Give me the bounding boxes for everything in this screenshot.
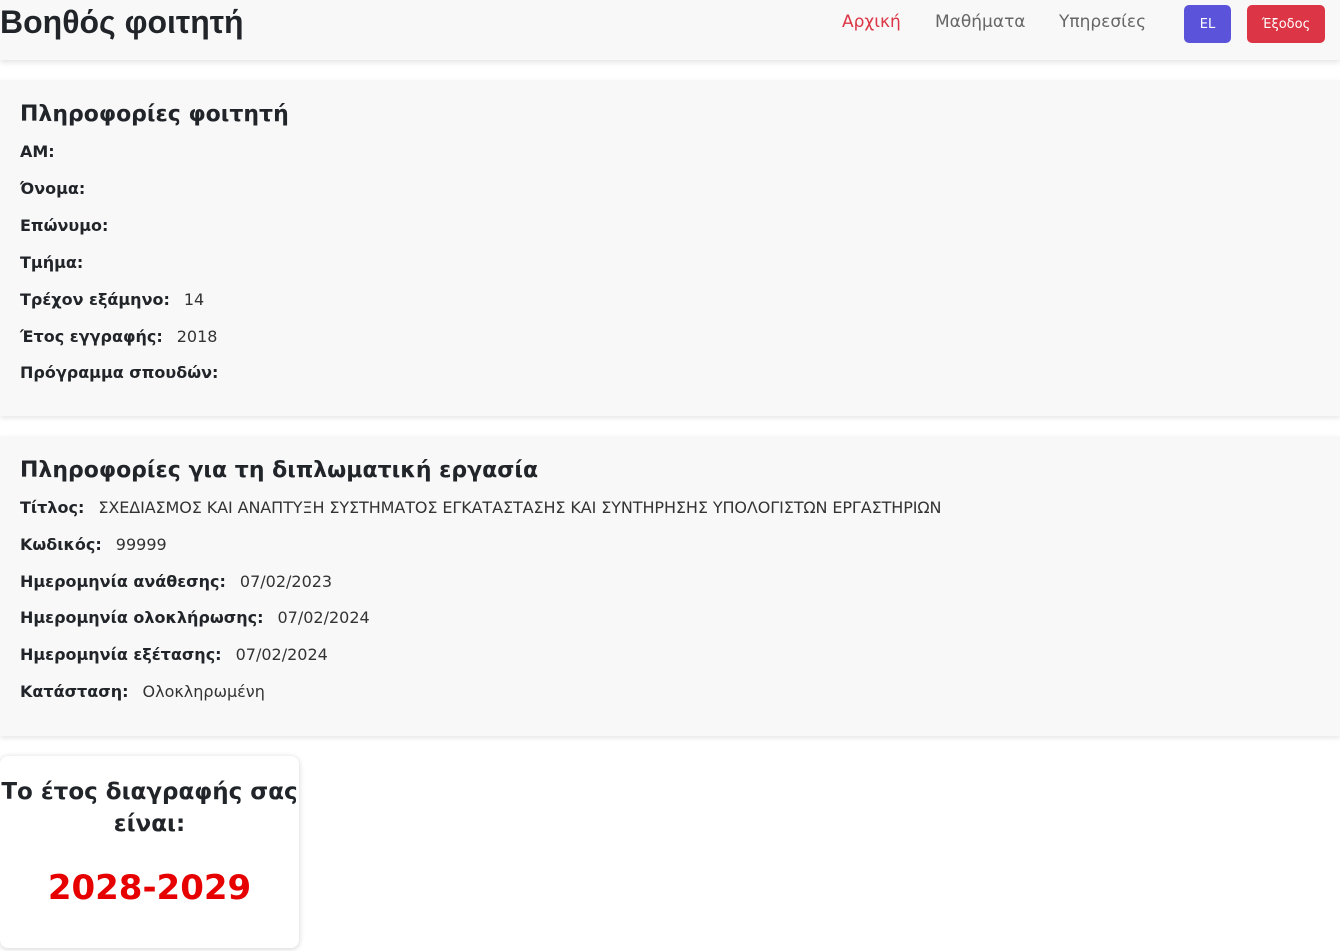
field-label: ΑΜ: bbox=[20, 142, 55, 161]
student-field-program: Πρόγραμμα σπουδών: bbox=[20, 363, 232, 382]
field-label: Έτος εγγραφής: bbox=[20, 327, 163, 346]
top-navbar: Βοηθός φοιτητή Αρχική Μαθήματα Υπηρεσίες… bbox=[0, 0, 1340, 60]
student-field-enrollment-year: Έτος εγγραφής: 2018 bbox=[20, 327, 217, 346]
field-value: 99999 bbox=[115, 535, 167, 554]
brand-title[interactable]: Βοηθός φοιτητή bbox=[0, 4, 244, 41]
field-label: Ημερομηνία ολοκλήρωσης: bbox=[20, 608, 264, 627]
field-label: Ημερομηνία ανάθεσης: bbox=[20, 572, 226, 591]
field-value: 2018 bbox=[176, 327, 218, 346]
expiry-year-card: Το έτος διαγραφής σας είναι: 2028-2029 bbox=[0, 756, 299, 948]
field-label: Τμήμα: bbox=[20, 253, 84, 272]
expiry-heading: Το έτος διαγραφής σας είναι: bbox=[0, 776, 299, 840]
thesis-field-status: Κατάσταση: Ολοκληρωμένη bbox=[20, 682, 265, 701]
field-label: Κατάσταση: bbox=[20, 682, 129, 701]
field-label: Πρόγραμμα σπουδών: bbox=[20, 363, 219, 382]
field-value: Ολοκληρωμένη bbox=[142, 682, 265, 701]
field-value: 14 bbox=[183, 290, 205, 309]
field-label: Όνομα: bbox=[20, 179, 86, 198]
field-label: Κωδικός: bbox=[20, 535, 102, 554]
thesis-field-code: Κωδικός: 99999 bbox=[20, 535, 167, 554]
logout-button[interactable]: Έξοδος bbox=[1247, 5, 1325, 43]
thesis-info-title: Πληροφορίες για τη διπλωματική εργασία bbox=[20, 458, 539, 483]
thesis-field-assignment-date: Ημερομηνία ανάθεσης: 07/02/2023 bbox=[20, 572, 332, 591]
thesis-info-card: Πληροφορίες για τη διπλωματική εργασία Τ… bbox=[0, 436, 1340, 736]
field-label: Τρέχον εξάμηνο: bbox=[20, 290, 170, 309]
student-field-name: Όνομα: bbox=[20, 179, 99, 198]
field-label: Επώνυμο: bbox=[20, 216, 109, 235]
thesis-field-completion-date: Ημερομηνία ολοκλήρωσης: 07/02/2024 bbox=[20, 608, 370, 627]
nav-link-home[interactable]: Αρχική bbox=[842, 12, 901, 32]
expiry-heading-line1: Το έτος διαγραφής σας bbox=[1, 779, 298, 805]
field-value: ΣΧΕΔΙΑΣΜΟΣ ΚΑΙ ΑΝΑΠΤΥΞΗ ΣΥΣΤΗΜΑΤΟΣ ΕΓΚΑΤ… bbox=[98, 498, 942, 517]
thesis-field-exam-date: Ημερομηνία εξέτασης: 07/02/2024 bbox=[20, 645, 328, 664]
student-field-department: Τμήμα: bbox=[20, 253, 97, 272]
expiry-heading-line2: είναι: bbox=[113, 811, 186, 837]
thesis-field-title: Τίτλος: ΣΧΕΔΙΑΣΜΟΣ ΚΑΙ ΑΝΑΠΤΥΞΗ ΣΥΣΤΗΜΑΤ… bbox=[20, 498, 941, 517]
field-value: 07/02/2023 bbox=[239, 572, 333, 591]
student-field-semester: Τρέχον εξάμηνο: 14 bbox=[20, 290, 204, 309]
field-value: 07/02/2024 bbox=[235, 645, 328, 664]
student-field-am: ΑΜ: bbox=[20, 142, 69, 161]
field-value: 07/02/2024 bbox=[277, 608, 370, 627]
nav-link-services[interactable]: Υπηρεσίες bbox=[1059, 12, 1146, 32]
nav-link-courses[interactable]: Μαθήματα bbox=[935, 12, 1026, 32]
student-field-surname: Επώνυμο: bbox=[20, 216, 122, 235]
student-info-card: Πληροφορίες φοιτητή ΑΜ: Όνομα: Επώνυμο: … bbox=[0, 80, 1340, 416]
field-label: Τίτλος: bbox=[20, 498, 85, 517]
expiry-year-value: 2028-2029 bbox=[47, 868, 252, 908]
language-button[interactable]: EL bbox=[1184, 5, 1231, 43]
student-info-title: Πληροφορίες φοιτητή bbox=[20, 102, 289, 127]
field-label: Ημερομηνία εξέτασης: bbox=[20, 645, 222, 664]
